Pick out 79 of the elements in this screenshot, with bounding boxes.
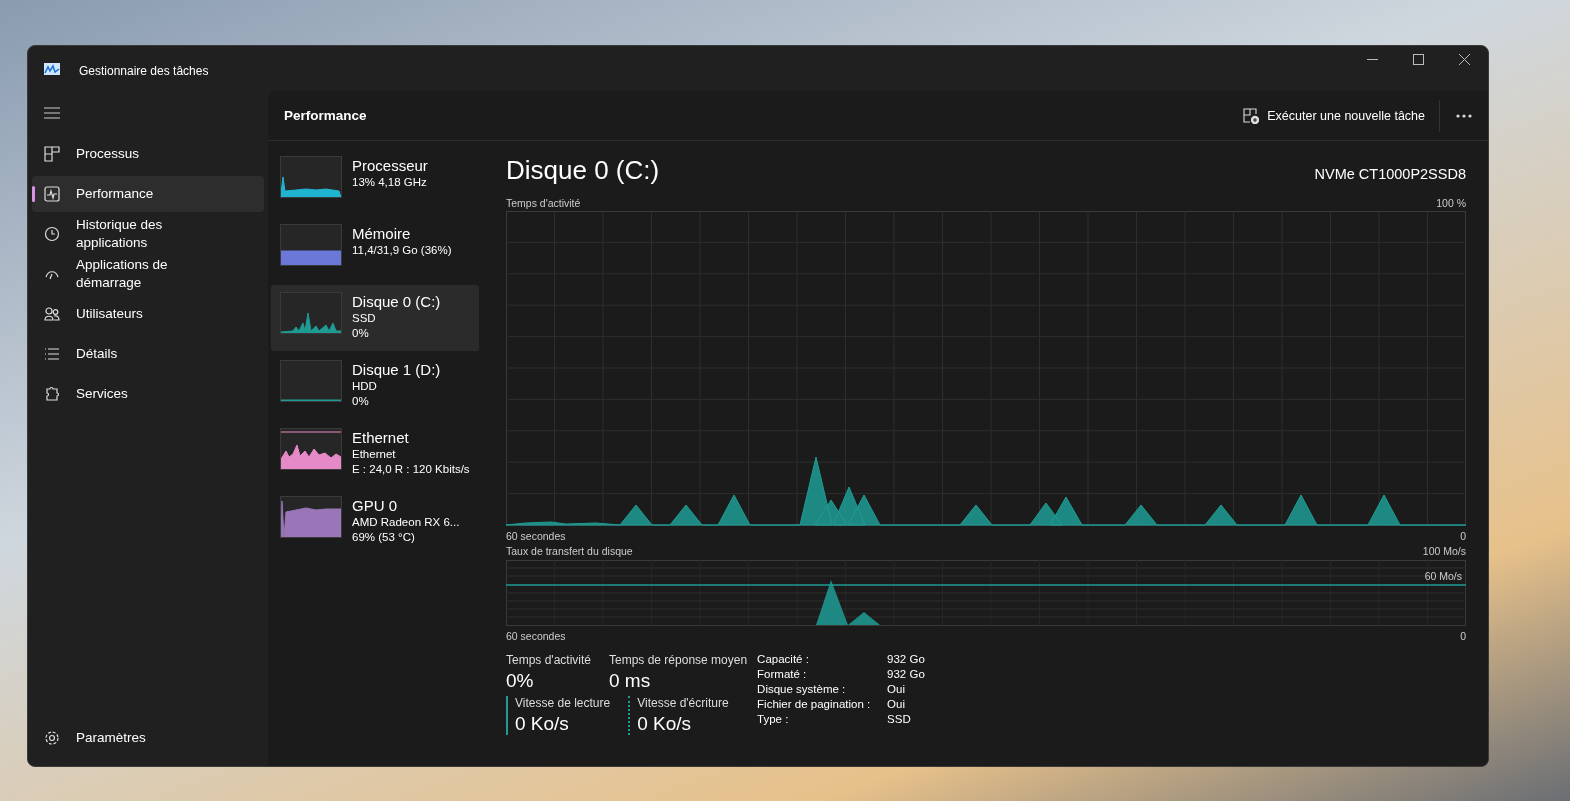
device-detail: 0%	[352, 326, 370, 341]
device-detail: SSD	[352, 311, 377, 326]
device-detail: Ethernet	[352, 447, 397, 462]
device-item[interactable]: Disque 0 (C:) SSD 0%	[271, 285, 479, 351]
settings-icon	[44, 730, 60, 746]
property-value: Oui	[887, 698, 906, 710]
device-name: Mémoire	[352, 225, 412, 243]
list-icon	[44, 346, 60, 362]
disk-model: NVMe CT1000P2SSD8	[1314, 166, 1466, 182]
axis-min-label: 0	[1460, 629, 1466, 642]
device-name: Disque 0 (C:)	[352, 293, 441, 311]
device-name: GPU 0	[352, 497, 398, 515]
device-detail: E : 24,0 R : 120 Kbits/s	[352, 462, 470, 477]
device-item[interactable]: GPU 0 AMD Radeon RX 6... 69% (53 °C)	[271, 489, 479, 555]
stat-label: Temps de réponse moyen	[609, 653, 748, 667]
usage-sparkline	[281, 225, 341, 265]
time-label: 60 secondes	[506, 529, 566, 542]
device-item[interactable]: Mémoire 11,4/31,9 Go (36%)	[271, 217, 479, 283]
sidebar-item[interactable]: Performance	[32, 176, 264, 212]
property-value: 932 Go	[887, 668, 925, 680]
sidebar-item[interactable]: Historique des applications	[32, 216, 264, 252]
usage-sparkline	[281, 361, 341, 401]
page-title: Performance	[284, 108, 367, 123]
sidebar-item[interactable]: Détails	[32, 336, 264, 372]
axis-max-label: 100 Mo/s	[1422, 544, 1466, 557]
settings-item[interactable]: Paramètres	[32, 720, 264, 756]
property-value: SSD	[887, 713, 912, 725]
device-detail: AMD Radeon RX 6...	[352, 515, 460, 530]
chart-label: Taux de transfert du disque	[506, 544, 633, 557]
device-detail: 0%	[352, 394, 370, 409]
property-label: Capacité :	[757, 653, 810, 665]
stat-label: Temps d'activité	[506, 653, 591, 667]
device-name: Ethernet	[352, 429, 410, 447]
run-task-button[interactable]: Exécuter une nouvelle tâche	[1239, 101, 1429, 130]
sidebar-item[interactable]: Services	[32, 376, 264, 412]
threshold-label: 60 Mo/s	[1424, 570, 1462, 582]
device-item[interactable]: Ethernet Ethernet E : 24,0 R : 120 Kbits/s	[271, 421, 479, 487]
pulse-icon	[44, 186, 60, 202]
speed-stat: Vitesse de lecture 0 Ko/s	[506, 696, 611, 735]
stat-value: 0%	[506, 670, 535, 692]
property-value: Oui	[887, 683, 906, 695]
device-item[interactable]: Processeur 13% 4,18 GHz	[271, 149, 479, 215]
device-detail: HDD	[352, 379, 378, 394]
property-label: Type :	[757, 713, 790, 725]
device-detail: 11,4/31,9 Go (36%)	[352, 243, 452, 258]
property-label: Fichier de pagination :	[757, 698, 872, 710]
axis-max-label: 100 %	[1436, 196, 1466, 209]
grid-icon	[44, 146, 60, 162]
speed-stat: Vitesse d'écriture 0 Ko/s	[628, 696, 729, 735]
device-name: Disque 1 (D:)	[352, 361, 441, 379]
app-logo-icon	[44, 62, 60, 75]
sidebar-item[interactable]: Processus	[32, 136, 264, 172]
new-task-icon	[1243, 107, 1260, 124]
axis-min-label: 0	[1460, 529, 1466, 542]
sidebar-item[interactable]: Applications de démarrage	[32, 256, 264, 292]
property-label: Disque système :	[757, 683, 847, 695]
window-title: Gestionnaire des tâches	[79, 63, 209, 78]
sidebar-item[interactable]: Utilisateurs	[32, 296, 264, 332]
usage-sparkline	[281, 429, 341, 469]
device-item[interactable]: Disque 1 (D:) HDD 0%	[271, 353, 479, 419]
close-icon[interactable]	[1459, 54, 1470, 65]
menu-icon[interactable]	[44, 107, 60, 119]
usage-sparkline	[281, 293, 341, 333]
chart-label: Temps d'activité	[506, 196, 581, 209]
usage-sparkline	[281, 497, 341, 537]
device-detail: 69% (53 °C)	[352, 530, 416, 545]
stat-value: 0 ms	[609, 670, 652, 692]
time-label: 60 secondes	[506, 629, 566, 642]
users-icon	[44, 306, 60, 322]
property-value: 932 Go	[887, 653, 925, 665]
maximize-icon[interactable]	[1413, 54, 1424, 65]
puzzle-icon	[44, 386, 60, 402]
device-name: Processeur	[352, 157, 428, 175]
device-detail: 13% 4,18 GHz	[352, 175, 428, 190]
usage-sparkline	[281, 157, 341, 197]
more-icon[interactable]	[1456, 113, 1472, 118]
disk-title: Disque 0 (C:)	[506, 155, 660, 186]
history-icon	[44, 226, 60, 242]
property-label: Formaté :	[757, 668, 808, 680]
